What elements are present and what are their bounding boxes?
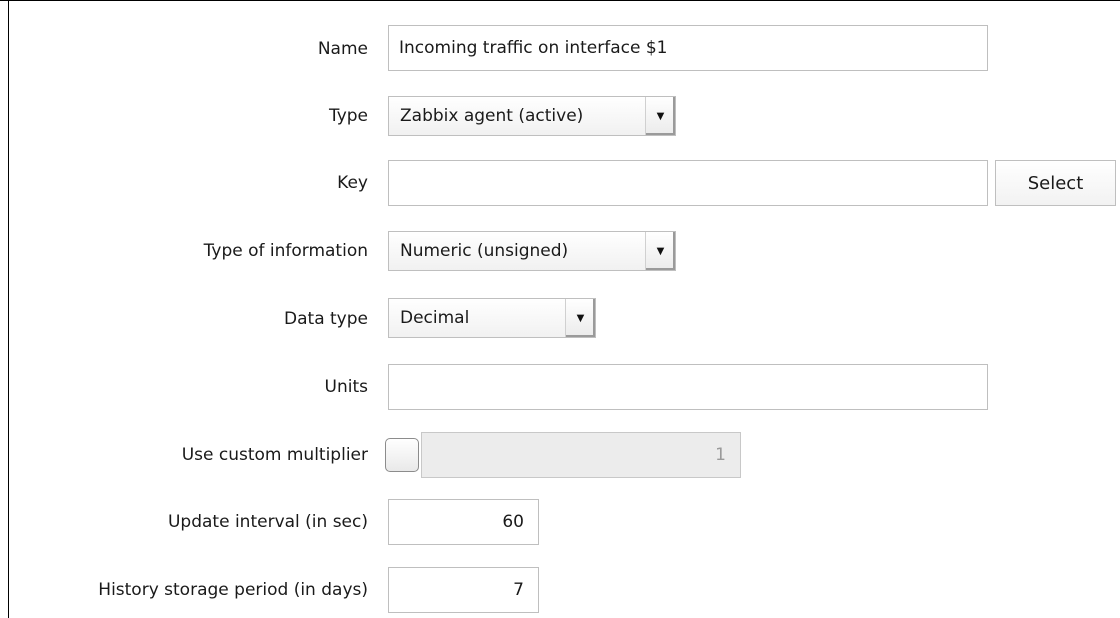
custom-multiplier-label: Use custom multiplier [181, 445, 368, 465]
type-of-information-label: Type of information [203, 241, 368, 261]
custom-multiplier-input: 1 [421, 432, 741, 478]
history-storage-label: History storage period (in days) [98, 580, 368, 600]
chevron-down-icon: ▼ [656, 110, 665, 122]
chevron-down-icon: ▼ [656, 245, 665, 257]
type-select[interactable]: Zabbix agent (active) ▼ [388, 96, 676, 136]
units-input[interactable] [388, 364, 988, 410]
data-type-dropdown-button[interactable]: ▼ [565, 299, 595, 337]
history-storage-input[interactable]: 7 [388, 567, 539, 613]
data-type-select[interactable]: Decimal ▼ [388, 298, 596, 338]
frame-border-top [0, 0, 1120, 1]
data-type-value: Decimal [400, 308, 470, 328]
key-label: Key [337, 173, 368, 193]
custom-multiplier-checkbox[interactable] [385, 438, 419, 472]
chevron-down-icon: ▼ [576, 312, 585, 324]
name-input[interactable]: Incoming traffic on interface $1 [388, 25, 988, 71]
type-dropdown-button[interactable]: ▼ [645, 97, 675, 135]
select-key-button[interactable]: Select [995, 160, 1116, 206]
type-select-value: Zabbix agent (active) [400, 106, 584, 126]
key-input[interactable] [388, 160, 988, 206]
name-label: Name [317, 39, 368, 59]
frame-border-left [8, 0, 9, 618]
type-of-information-select[interactable]: Numeric (unsigned) ▼ [388, 231, 676, 271]
type-of-information-value: Numeric (unsigned) [400, 241, 569, 261]
update-interval-input[interactable]: 60 [388, 499, 539, 545]
units-label: Units [324, 377, 368, 397]
type-of-information-dropdown-button[interactable]: ▼ [645, 232, 675, 270]
data-type-label: Data type [284, 309, 368, 329]
update-interval-label: Update interval (in sec) [167, 512, 368, 532]
type-label: Type [328, 106, 368, 126]
